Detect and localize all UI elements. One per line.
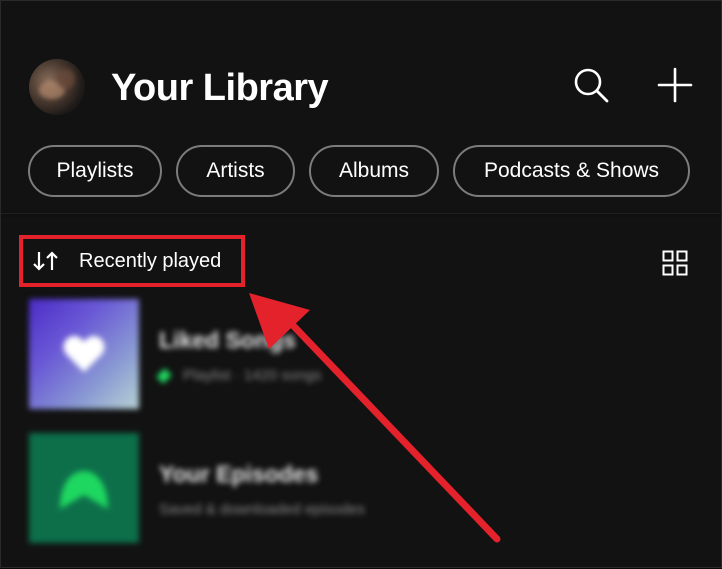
search-button[interactable] (569, 63, 613, 107)
item-title: Your Episodes (159, 461, 319, 487)
filter-chip-albums[interactable]: Albums (309, 145, 439, 197)
header-divider (1, 213, 722, 214)
liked-songs-cover (29, 299, 139, 409)
item-subtitle: Playlist · 1420 songs (156, 367, 322, 384)
filter-chip-playlists[interactable]: Playlists (28, 145, 162, 197)
heart-icon (63, 336, 105, 372)
pinned-icon (156, 367, 172, 384)
your-episodes-cover (29, 433, 139, 543)
profile-avatar[interactable] (29, 59, 85, 115)
library-screen: Your Library Playlists Artists Albums Po… (0, 0, 722, 568)
filter-chip-podcasts-shows[interactable]: Podcasts & Shows (453, 145, 690, 197)
grid-view-icon (662, 250, 688, 276)
item-subtitle: Saved & downloaded episodes (159, 501, 365, 518)
item-subtitle-text: Saved & downloaded episodes (159, 501, 365, 518)
filter-chip-artists[interactable]: Artists (176, 145, 295, 197)
add-button[interactable] (653, 63, 697, 107)
grid-view-toggle[interactable] (656, 244, 694, 282)
item-title: Liked Songs (159, 327, 296, 353)
library-item-liked-songs[interactable]: Liked Songs Playlist · 1420 songs (27, 299, 547, 413)
search-icon (574, 68, 609, 103)
sort-arrows-icon (31, 250, 61, 272)
page-title: Your Library (111, 67, 329, 109)
plus-icon (657, 67, 693, 103)
item-subtitle-text: Playlist · 1420 songs (183, 367, 322, 384)
library-item-your-episodes[interactable]: Your Episodes Saved & downloaded episode… (27, 433, 547, 547)
bookmark-icon (60, 471, 108, 509)
sort-label: Recently played (79, 249, 222, 272)
sort-button[interactable]: Recently played (19, 235, 245, 287)
